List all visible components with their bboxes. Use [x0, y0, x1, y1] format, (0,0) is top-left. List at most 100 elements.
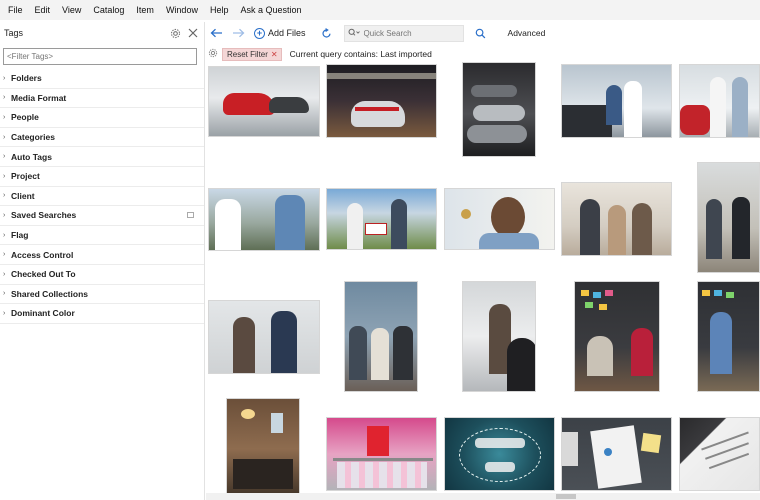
sidebar-item-label: Project	[11, 171, 40, 182]
close-icon[interactable]: ✕	[271, 50, 278, 59]
scrollbar-thumb[interactable]	[556, 494, 576, 499]
sidebar-item-access-control[interactable]: › Access Control	[0, 245, 204, 265]
thumbnail-image	[227, 399, 299, 499]
chevron-right-icon: ›	[3, 172, 6, 180]
sidebar-item-label: Shared Collections	[11, 288, 88, 299]
tag-filter-input[interactable]	[3, 48, 197, 65]
menu-catalog[interactable]: Catalog	[87, 0, 130, 20]
thumbnail-10[interactable]	[697, 162, 760, 273]
sidebar-item-label: Dominant Color	[11, 308, 75, 319]
thumbnail-4[interactable]	[561, 64, 672, 138]
thumbnail-13[interactable]	[462, 281, 536, 392]
search-scope-icon[interactable]	[348, 28, 360, 39]
sidebar-item-client[interactable]: › Client	[0, 187, 204, 207]
sidebar-item-folders[interactable]: › Folders	[0, 69, 204, 89]
sidebar-item-label: Access Control	[11, 249, 74, 260]
thumbnail-3[interactable]	[462, 62, 536, 157]
tags-sidebar: Tags › Folders › Media Format › People › Cat…	[0, 22, 205, 500]
settings-icon[interactable]	[208, 48, 218, 60]
menu-bar: File Edit View Catalog Item Window Help …	[0, 0, 760, 20]
forward-arrow-icon[interactable]	[230, 24, 246, 42]
thumbnail-image	[209, 301, 319, 373]
chevron-right-icon: ›	[3, 153, 6, 161]
sidebar-item-media-format[interactable]: › Media Format	[0, 89, 204, 109]
menu-view[interactable]: View	[56, 0, 87, 20]
thumbnail-6[interactable]	[208, 188, 320, 251]
menu-help[interactable]: Help	[204, 0, 235, 20]
close-icon[interactable]	[186, 26, 200, 40]
main-toolbar: + Add Files Advanced	[206, 22, 760, 44]
thumbnail-image	[562, 418, 671, 490]
thumbnail-12[interactable]	[344, 281, 418, 392]
sidebar-header: Tags	[0, 22, 204, 44]
sidebar-item-people[interactable]: › People	[0, 108, 204, 128]
gear-icon[interactable]	[168, 26, 182, 40]
sidebar-item-label: Saved Searches	[11, 210, 77, 221]
quick-search-field[interactable]	[343, 24, 464, 42]
window-icon[interactable]	[187, 212, 194, 219]
thumbnail-image	[562, 183, 671, 255]
chevron-right-icon: ›	[3, 94, 6, 102]
menu-edit[interactable]: Edit	[29, 0, 57, 20]
chevron-right-icon: ›	[3, 113, 6, 121]
chevron-right-icon: ›	[3, 211, 6, 219]
thumbnail-image	[698, 282, 759, 391]
tag-list: › Folders › Media Format › People › Categori…	[0, 69, 204, 324]
thumbnail-20[interactable]	[679, 417, 760, 491]
thumbnail-2[interactable]	[326, 64, 437, 138]
thumbnail-11[interactable]	[208, 300, 320, 374]
sidebar-item-project[interactable]: › Project	[0, 167, 204, 187]
chevron-right-icon: ›	[3, 192, 6, 200]
sidebar-item-auto-tags[interactable]: › Auto Tags	[0, 147, 204, 167]
menu-item[interactable]: Item	[130, 0, 160, 20]
chevron-right-icon: ›	[3, 309, 6, 317]
thumbnail-14[interactable]	[574, 281, 660, 392]
sidebar-item-categories[interactable]: › Categories	[0, 128, 204, 148]
sidebar-item-label: Auto Tags	[11, 151, 52, 162]
quick-search-input[interactable]	[363, 28, 454, 38]
sidebar-item-dominant-color[interactable]: › Dominant Color	[0, 304, 204, 324]
plus-circle-icon: +	[254, 27, 265, 39]
sale-tag-graphic	[370, 432, 386, 442]
sidebar-item-checked-out-to[interactable]: › Checked Out To	[0, 265, 204, 285]
thumbnail-19[interactable]	[561, 417, 672, 491]
advanced-search-button[interactable]: Advanced	[508, 28, 546, 38]
chevron-right-icon: ›	[3, 290, 6, 298]
menu-window[interactable]: Window	[160, 0, 204, 20]
chevron-right-icon: ›	[3, 231, 6, 239]
sidebar-item-label: Categories	[11, 132, 55, 143]
refresh-icon[interactable]	[320, 24, 334, 42]
thumbnail-8[interactable]	[444, 188, 555, 250]
sidebar-title: Tags	[4, 28, 24, 38]
thumbnail-9[interactable]	[561, 182, 672, 256]
thumbnail-image	[209, 67, 319, 136]
thumbnail-16[interactable]	[226, 398, 300, 500]
thumbnail-image	[463, 63, 535, 156]
reset-filter-button[interactable]: Reset Filter ✕	[222, 47, 282, 61]
horizontal-scrollbar[interactable]	[206, 493, 760, 500]
thumbnail-image	[209, 189, 319, 250]
thumbnail-image	[327, 418, 436, 490]
thumbnail-image	[445, 189, 554, 249]
sidebar-item-shared-collections[interactable]: › Shared Collections	[0, 285, 204, 305]
add-files-button[interactable]: + Add Files	[254, 27, 306, 39]
chevron-right-icon: ›	[3, 270, 6, 278]
thumbnail-image	[463, 282, 535, 391]
thumbnail-image	[327, 189, 436, 249]
thumbnail-7[interactable]	[326, 188, 437, 250]
sidebar-item-flag[interactable]: › Flag	[0, 226, 204, 246]
menu-file[interactable]: File	[2, 0, 29, 20]
sidebar-item-saved-searches[interactable]: › Saved Searches	[0, 206, 204, 226]
thumbnail-18[interactable]	[444, 417, 555, 491]
back-arrow-icon[interactable]	[208, 24, 224, 42]
search-icon[interactable]	[474, 24, 488, 42]
thumbnail-image	[680, 65, 759, 137]
thumbnail-17[interactable]	[326, 417, 437, 491]
thumbnail-1[interactable]	[208, 66, 320, 137]
menu-ask-question[interactable]: Ask a Question	[234, 0, 307, 20]
thumbnail-15[interactable]	[697, 281, 760, 392]
thumbnail-5[interactable]	[679, 64, 760, 138]
thumbnail-grid	[206, 62, 760, 500]
thumbnail-image	[575, 282, 659, 391]
filter-bar: Reset Filter ✕ Current query contains: L…	[206, 46, 760, 62]
